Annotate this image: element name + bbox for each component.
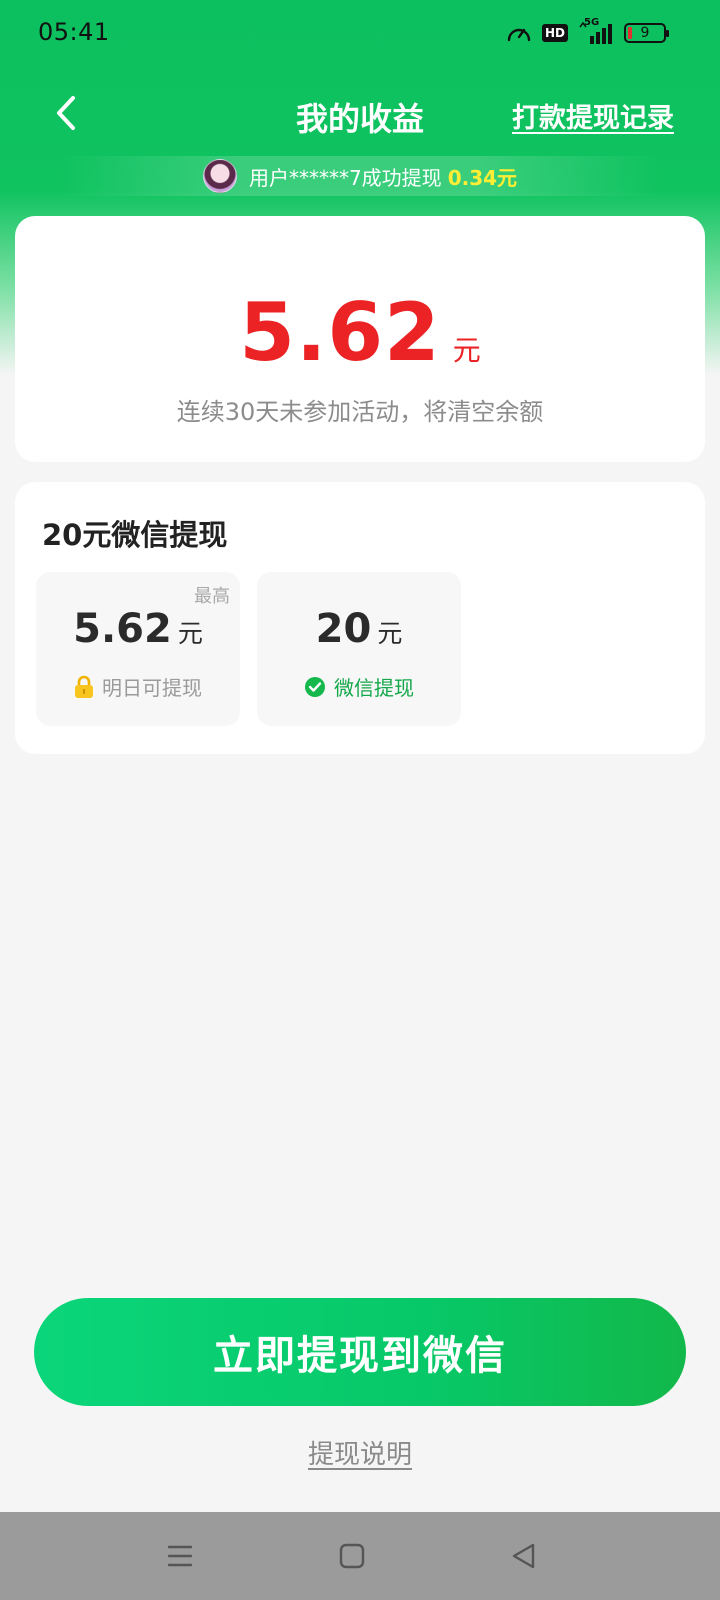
lock-icon <box>75 675 93 698</box>
home-icon <box>339 1543 365 1569</box>
option-amount: 20 <box>315 606 372 652</box>
battery-icon: 9 <box>624 23 669 43</box>
option-unit: 元 <box>377 619 403 648</box>
option-status: 明日可提现 <box>36 672 240 701</box>
option-amount-row: 20 元 <box>257 606 461 652</box>
balance-row: 5.62 元 <box>15 286 705 379</box>
withdraw-card: 20元微信提现 最高 5.62 元 明日可提现 20 元 微信提现 <box>15 482 705 754</box>
withdraw-section-title: 20元微信提现 <box>42 518 228 552</box>
option-tag: 最高 <box>194 586 230 607</box>
ticker-text: 用户******7成功提现 <box>248 165 442 190</box>
withdraw-records-link[interactable]: 打款提现记录 <box>512 96 674 135</box>
status-icons: HD 5G 9 <box>506 17 669 46</box>
status-time: 05:41 <box>38 18 110 46</box>
nav-menu-button[interactable] <box>160 1536 200 1576</box>
system-nav-bar <box>0 1512 720 1600</box>
withdraw-ticker: 用户******7成功提现 0.34元 <box>60 156 660 196</box>
option-unit: 元 <box>177 619 203 648</box>
nav-home-button[interactable] <box>332 1536 372 1576</box>
option-status-text: 微信提现 <box>334 676 414 700</box>
menu-icon <box>167 1545 193 1567</box>
avatar <box>202 159 237 193</box>
hd-icon: HD <box>541 24 568 42</box>
wechat-check-icon <box>305 676 325 697</box>
signal-5g-icon: 5G <box>578 17 614 45</box>
option-status: 微信提现 <box>257 672 461 701</box>
withdraw-option-20[interactable]: 20 元 微信提现 <box>257 572 461 726</box>
battery-level: 9 <box>640 25 650 41</box>
nav-back-button[interactable] <box>504 1536 544 1576</box>
balance-card: 5.62 元 连续30天未参加活动，将清空余额 <box>15 216 705 462</box>
ticker-amount: 0.34元 <box>447 165 518 190</box>
withdraw-to-wechat-button[interactable]: 立即提现到微信 <box>34 1298 686 1406</box>
withdraw-help-link[interactable]: 提现说明 <box>0 1434 720 1471</box>
option-amount: 5.62 <box>73 606 172 652</box>
app-header: 我的收益 打款提现记录 <box>0 78 720 154</box>
option-status-text: 明日可提现 <box>102 676 202 700</box>
status-bar: 05:41 HD 5G 9 <box>0 0 720 64</box>
withdraw-option-balance[interactable]: 最高 5.62 元 明日可提现 <box>36 572 240 726</box>
speed-gauge-icon <box>507 28 531 42</box>
balance-amount: 5.62 <box>239 286 441 379</box>
balance-expiry-note: 连续30天未参加活动，将清空余额 <box>176 398 544 426</box>
option-amount-row: 5.62 元 <box>36 606 240 652</box>
balance-unit: 元 <box>452 334 481 367</box>
back-triangle-icon <box>512 1543 535 1569</box>
